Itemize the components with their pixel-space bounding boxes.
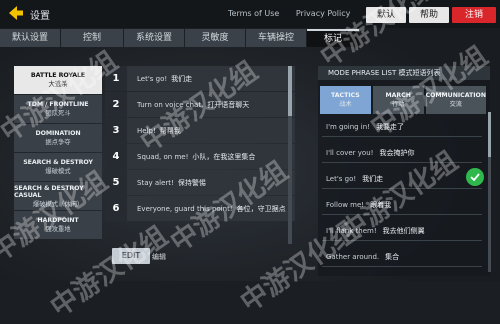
privacy-link[interactable]: Privacy Policy (296, 9, 351, 18)
slot-number: 2 (105, 92, 127, 117)
tab-label-en: MARCH (385, 92, 411, 99)
phrase-option-en: I'll cover you! (326, 149, 374, 157)
phrase-option[interactable]: Gather around. 集合 (322, 248, 482, 267)
phrase-text-cn: 打开语音聊天 (207, 101, 250, 109)
phrase-slot[interactable]: 3 Help! 帮帮我 (105, 118, 295, 143)
phrase-option-cn: 我会掩护你 (379, 149, 415, 157)
phrase-text-en: Squad, on me! (137, 153, 189, 161)
mode-label-cn: 据点争夺 (45, 139, 71, 146)
phrase-text-en: Everyone, guard this point! (137, 205, 233, 213)
phrase-slots: 1 Let's go! 我们走 2 Turn on voice chat. 打开语音… (105, 66, 295, 244)
page-title: 设置 (30, 11, 50, 22)
logout-button[interactable]: 注销 (452, 7, 496, 23)
scrollbar-thumb[interactable] (288, 66, 292, 116)
mode-label-en: DOMINATION (35, 130, 81, 137)
phrase-option[interactable]: Let's go! 我们走 (322, 170, 482, 189)
slot-number: 1 (105, 66, 127, 91)
phrase-option[interactable]: I'm going in! 我要走了 (322, 118, 482, 137)
phrase-option-en: Follow me! (326, 201, 365, 209)
tab-communication[interactable]: COMMUNICATION 交流 (425, 86, 486, 114)
top-bar: 设置 Terms of Use Privacy Policy 默认 帮助 注销 (0, 0, 500, 28)
phrase-slot[interactable]: 1 Let's go! 我们走 (105, 66, 295, 91)
phrase-slot[interactable]: 6 Everyone, guard this point! 各位，守卫据点 (105, 196, 295, 221)
mode-label-cn: 强攻重地 (45, 226, 71, 233)
mode-phrase-list-panel: MODE PHRASE LIST 模式短语列表 TACTICS 战术 MARCH… (318, 66, 490, 276)
terms-link[interactable]: Terms of Use (228, 9, 279, 18)
mode-label-en: TDM / FRONTLINE (27, 101, 89, 108)
slot-number: 5 (105, 170, 127, 195)
phrase-list-scrollbar[interactable] (488, 112, 491, 272)
default-button[interactable]: 默认 (366, 7, 406, 23)
back-arrow-icon (9, 6, 23, 20)
edit-label: 编辑 (152, 253, 166, 261)
phrase-option[interactable]: I'll cover you! 我会掩护你 (322, 144, 482, 163)
phrase-text-cn: 我们走 (171, 75, 193, 83)
tab-default-settings[interactable]: 默认设置 (0, 29, 60, 47)
scrollbar-thumb[interactable] (488, 112, 491, 157)
phrase-category-tabs: TACTICS 战术 MARCH 行动 COMMUNICATION 交流 (320, 86, 488, 114)
mode-battle-royale[interactable]: BATTLE ROYALE 大逃杀 (14, 66, 102, 94)
panel-header: MODE PHRASE LIST 模式短语列表 (318, 66, 490, 80)
phrase-text-cn: 保持警惕 (177, 179, 206, 187)
mode-label-cn: 爆破模式（休闲） (32, 200, 84, 208)
phrase-text-cn: 小队，在我这里集合 (192, 153, 256, 161)
help-button[interactable]: 帮助 (409, 7, 449, 23)
back-button[interactable] (6, 4, 26, 22)
tab-system-settings[interactable]: 系统设置 (124, 29, 184, 47)
tab-label-en: COMMUNICATION (425, 92, 486, 99)
mode-label-en: HARDPOINT (37, 217, 79, 224)
phrase-option-en: I'll flank them! (326, 227, 377, 235)
tab-sensitivity[interactable]: 灵敏度 (185, 29, 245, 47)
phrase-slot[interactable]: 2 Turn on voice chat. 打开语音聊天 (105, 92, 295, 117)
edit-button[interactable]: EDIT (112, 248, 150, 264)
selected-check-icon (466, 168, 484, 186)
mode-domination[interactable]: DOMINATION 据点争夺 (14, 124, 102, 152)
phrase-option-cn: 跟着我 (370, 201, 392, 209)
mode-list: BATTLE ROYALE 大逃杀 TDM / FRONTLINE 团队死斗 D… (14, 66, 102, 240)
tab-label-cn: 战术 (339, 101, 352, 108)
mode-label-cn: 大逃杀 (48, 81, 68, 88)
mode-label-en: SEARCH & DESTROY CASUAL (14, 184, 84, 199)
phrase-option-cn: 我要走了 (376, 123, 404, 131)
phrase-slot[interactable]: 5 Stay alert! 保持警惕 (105, 170, 295, 195)
phrase-option-en: Gather around. (326, 253, 380, 261)
phrase-option-cn: 我们走 (362, 175, 384, 183)
phrase-text-en: Help! (137, 127, 156, 135)
phrase-option-en: I'm going in! (326, 123, 370, 131)
slot-number: 4 (105, 144, 127, 169)
mode-label-en: BATTLE ROYALE (30, 72, 86, 79)
phrase-slots-scrollbar[interactable] (288, 66, 292, 244)
slot-number: 6 (105, 196, 127, 221)
phrase-text-cn: 帮帮我 (159, 127, 181, 135)
phrase-slot[interactable]: 4 Squad, on me! 小队，在我这里集合 (105, 144, 295, 169)
mode-label-cn: 团队死斗 (45, 110, 71, 117)
mode-search-destroy-casual[interactable]: SEARCH & DESTROY CASUAL 爆破模式（休闲） (14, 182, 102, 210)
tab-label-cn: 交流 (449, 101, 462, 108)
phrase-option-cn: 我去他们侧翼 (382, 227, 425, 235)
mode-tdm-frontline[interactable]: TDM / FRONTLINE 团队死斗 (14, 95, 102, 123)
phrase-text-en: Turn on voice chat. (137, 101, 204, 109)
phrase-option-en: Let's go! (326, 175, 357, 183)
tab-controls[interactable]: 控制 (61, 29, 123, 47)
phrase-text-cn: 各位，守卫据点 (236, 205, 286, 213)
settings-tabs: 默认设置 控制 系统设置 灵敏度 车辆操控 标记 (0, 29, 360, 47)
mode-search-destroy[interactable]: SEARCH & DESTROY 爆破模式 (14, 153, 102, 181)
tab-march[interactable]: MARCH 行动 (372, 86, 424, 114)
mode-label-cn: 爆破模式 (45, 168, 71, 175)
phrase-option-cn: 集合 (385, 253, 400, 261)
tab-label-en: TACTICS (331, 92, 360, 99)
phrase-text-en: Stay alert! (137, 179, 174, 187)
mode-hardpoint[interactable]: HARDPOINT 强攻重地 (14, 211, 102, 239)
tab-tactics[interactable]: TACTICS 战术 (320, 86, 371, 114)
tab-markers[interactable]: 标记 (307, 29, 359, 47)
slot-number: 3 (105, 118, 127, 143)
top-links: Terms of Use Privacy Policy (228, 9, 364, 18)
tab-vehicle-controls[interactable]: 车辆操控 (246, 29, 306, 47)
phrase-text-en: Let's go! (137, 75, 168, 83)
phrase-option[interactable]: Follow me! 跟着我 (322, 196, 482, 215)
phrase-option[interactable]: I'll flank them! 我去他们侧翼 (322, 222, 482, 241)
tab-label-cn: 行动 (391, 101, 405, 108)
mode-label-en: SEARCH & DESTROY (23, 159, 93, 166)
